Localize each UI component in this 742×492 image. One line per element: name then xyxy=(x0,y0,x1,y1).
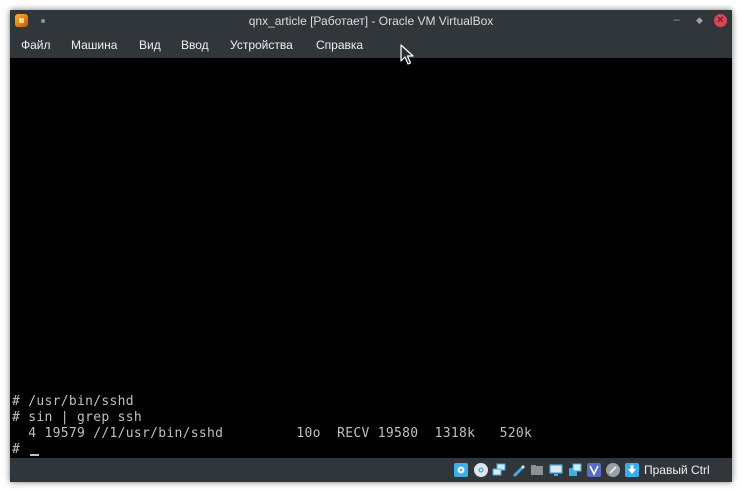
menu-bar: Файл Машина Вид Ввод Устройства Справка xyxy=(10,32,732,58)
virtualization-icon[interactable] xyxy=(587,463,601,477)
close-button[interactable]: ✕ xyxy=(714,14,727,27)
title-bar[interactable]: qnx_article [Работает] - Oracle VM Virtu… xyxy=(10,10,732,32)
network-icon[interactable] xyxy=(492,463,506,477)
menu-view[interactable]: Вид xyxy=(139,32,161,58)
menu-machine[interactable]: Машина xyxy=(71,32,117,58)
mouse-integration-icon[interactable] xyxy=(606,463,620,477)
terminal-line: # sin | grep ssh xyxy=(12,410,143,425)
virtualbox-window: qnx_article [Работает] - Oracle VM Virtu… xyxy=(10,10,732,482)
terminal-line: 4 19579 //1/usr/bin/sshd 10o RECV 19580 … xyxy=(12,426,533,441)
mouse-pointer-icon xyxy=(400,44,416,66)
maximize-button[interactable]: ◆ xyxy=(693,14,706,27)
keyboard-icon[interactable] xyxy=(625,463,639,477)
status-bar: Правый Ctrl xyxy=(10,458,732,482)
hard-disk-icon[interactable] xyxy=(454,463,468,477)
display-icon[interactable] xyxy=(549,463,563,477)
usb-icon[interactable] xyxy=(511,463,525,477)
optical-disk-icon[interactable] xyxy=(474,463,488,477)
menu-help[interactable]: Справка xyxy=(316,32,363,58)
window-title: qnx_article [Работает] - Oracle VM Virtu… xyxy=(248,14,494,28)
vm-display[interactable]: # /usr/bin/sshd # sin | grep ssh 4 19579… xyxy=(10,58,732,458)
video-capture-icon[interactable] xyxy=(568,463,582,477)
minimize-button[interactable]: – xyxy=(670,14,683,27)
shared-folders-icon[interactable] xyxy=(530,463,544,477)
terminal-line: # /usr/bin/sshd xyxy=(12,394,134,409)
terminal-prompt: # xyxy=(12,442,29,457)
menu-input[interactable]: Ввод xyxy=(181,32,209,58)
menu-devices[interactable]: Устройства xyxy=(230,32,293,58)
menu-file[interactable]: Файл xyxy=(21,32,51,58)
host-key-label[interactable]: Правый Ctrl xyxy=(644,458,710,482)
text-cursor xyxy=(30,454,39,456)
